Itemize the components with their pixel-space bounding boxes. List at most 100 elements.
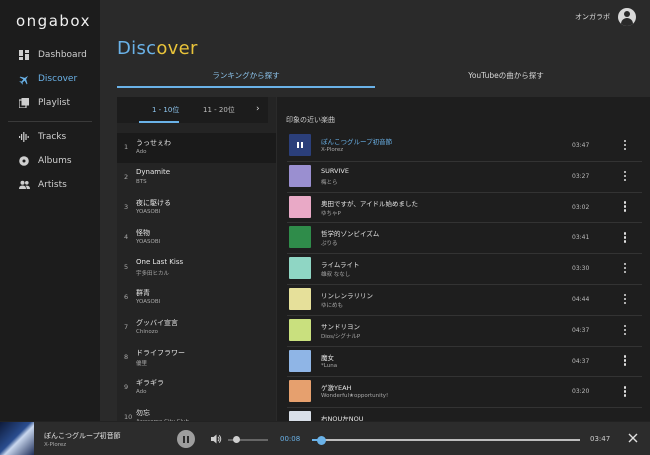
song-duration: 03:20	[572, 388, 590, 396]
song-row[interactable]: ライムライト 雄叔 ななし 03:30	[277, 254, 650, 285]
ranking-row[interactable]: 2 Dynamite BTS	[117, 163, 276, 193]
volume-knob[interactable]	[232, 436, 240, 443]
ranking-list: 1 うっせぇわ Ado 2 Dynamite BTS 3 夜に駆ける YOASOBI 4 怪物 YOA…	[117, 133, 276, 433]
song-duration: 03:27	[572, 172, 590, 180]
song-duration: 03:47	[572, 142, 590, 149]
song-artist: Wonderful★opportunity!	[321, 393, 389, 400]
more-vert-icon[interactable]	[621, 200, 629, 214]
rank-title: ドライフラワー	[136, 349, 185, 357]
song-thumbnail[interactable]	[289, 349, 311, 372]
song-row[interactable]: SURVIVE 梅とら 03:27	[277, 162, 650, 193]
rank-artist: 宇多田ヒカル	[136, 271, 170, 277]
song-thumbnail[interactable]	[289, 195, 311, 218]
nav-label-dashboard: Dashboard	[38, 50, 87, 60]
avatar-icon[interactable]	[618, 8, 636, 26]
current-time: 00:08	[280, 435, 301, 443]
song-duration: 03:30	[572, 265, 590, 273]
volume-icon[interactable]	[210, 433, 222, 445]
ranking-row[interactable]: 8 ドライフラワー 優里	[117, 343, 276, 373]
song-thumbnail[interactable]	[289, 318, 311, 341]
rank-artist: 優里	[136, 361, 148, 367]
more-vert-icon[interactable]	[621, 169, 629, 183]
rank-number: 2	[124, 173, 129, 181]
song-title: ライムライト	[321, 261, 360, 270]
ranking-tab-1-10[interactable]: 1 - 10位	[152, 105, 179, 115]
song-row[interactable]: 哲学的ゾンビイズム ぷりる 03:41	[277, 223, 650, 255]
song-row[interactable]: ぽんこつグループ初音節 X-Plorez 03:47	[277, 131, 650, 162]
more-vert-icon[interactable]	[621, 292, 629, 306]
nav-item-discover[interactable]: Discover	[0, 68, 100, 90]
ranking-row[interactable]: 5 One Last Kiss 宇多田ヒカル	[117, 253, 276, 283]
rank-title: うっせぇわ	[136, 139, 171, 147]
ranking-row[interactable]: 3 夜に駆ける YOASOBI	[117, 193, 276, 223]
rank-title: 勿忘	[136, 409, 150, 417]
chevron-right-icon[interactable]: ›	[256, 104, 260, 114]
song-row[interactable]: リンレンラリリン ゆにめも 04:44	[277, 285, 650, 316]
song-thumbnail[interactable]	[289, 164, 311, 187]
tab-youtube[interactable]: YouTubeの曲から探す	[375, 70, 637, 88]
people-icon	[18, 179, 30, 191]
rank-title: ギラギラ	[136, 379, 164, 387]
song-artist: ゆにめも	[321, 302, 344, 309]
close-icon[interactable]	[628, 433, 638, 443]
page-title-part2: over	[156, 38, 198, 59]
rank-number: 3	[124, 203, 129, 211]
rank-title: Dynamite	[136, 168, 171, 176]
song-artist: Dios/シグナルP	[321, 333, 361, 340]
rank-title: 夜に駆ける	[136, 199, 171, 207]
ranking-row[interactable]: 9 ギラギラ Ado	[117, 373, 276, 403]
song-row[interactable]: 奥田ですが、アイドル始めました ゆちゃP 03:02	[277, 193, 650, 224]
ranking-row[interactable]: 7 グッバイ宣言 Chinozo	[117, 313, 276, 343]
more-vert-icon[interactable]	[621, 138, 629, 152]
song-thumbnail[interactable]	[289, 257, 311, 280]
rank-number: 9	[124, 383, 129, 391]
song-row[interactable]: 魔女 *Luna 04:37	[277, 347, 650, 378]
song-artist: ぷりる	[321, 241, 338, 248]
more-vert-icon[interactable]	[621, 384, 629, 398]
song-row[interactable]: サンドリヨン Dios/シグナルP 04:37	[277, 316, 650, 347]
rank-artist: Ado	[136, 389, 147, 395]
song-thumbnail[interactable]	[289, 380, 311, 403]
nav-label-albums: Albums	[38, 156, 72, 166]
page-title: Discover	[117, 38, 198, 59]
pause-icon[interactable]	[289, 134, 311, 156]
song-artist: 雄叔 ななし	[321, 272, 351, 279]
app-logo[interactable]: ongabox	[16, 12, 91, 30]
song-thumbnail[interactable]	[289, 226, 311, 249]
more-vert-icon[interactable]	[621, 323, 629, 337]
ranking-row[interactable]: 4 怪物 YOASOBI	[117, 223, 276, 253]
more-vert-icon[interactable]	[621, 354, 629, 368]
ranking-row[interactable]: 6 群青 YOASOBI	[117, 283, 276, 313]
nav-item-dashboard[interactable]: Dashboard	[0, 44, 100, 66]
nav-item-tracks[interactable]: Tracks	[0, 126, 100, 148]
song-artist: *Luna	[321, 362, 338, 369]
rank-number: 6	[124, 293, 129, 301]
ranking-tab-11-20[interactable]: 11 - 20位	[203, 105, 235, 115]
page-title-part1: Disc	[117, 38, 157, 59]
playlist-icon	[18, 97, 30, 109]
song-row[interactable]: ゲ激YEAH Wonderful★opportunity! 03:20	[277, 377, 650, 409]
progress-bar[interactable]	[312, 439, 580, 441]
song-artist: X-Plorez	[321, 147, 344, 153]
song-thumbnail[interactable]	[289, 134, 311, 156]
ranking-row[interactable]: 1 うっせぇわ Ado	[117, 133, 276, 163]
more-vert-icon[interactable]	[621, 261, 629, 275]
user-name: オンガラボ	[575, 13, 610, 21]
user-menu[interactable]: オンガラボ	[575, 8, 636, 26]
dashboard-icon	[18, 49, 30, 61]
song-thumbnail[interactable]	[289, 287, 311, 310]
nav-item-albums[interactable]: Albums	[0, 150, 100, 172]
nav-item-playlist[interactable]: Playlist	[0, 92, 100, 114]
tab-indicator	[117, 86, 375, 88]
song-title: ぽんこつグループ初音節	[321, 138, 393, 146]
progress-knob[interactable]	[316, 435, 326, 445]
more-vert-icon[interactable]	[621, 230, 629, 244]
nav-item-artists[interactable]: Artists	[0, 174, 100, 196]
rank-number: 8	[124, 353, 129, 361]
song-title: 哲学的ゾンビイズム	[321, 230, 380, 239]
player-bar: ぽんこつグループ初音節 X-Plorez 00:08 03:47	[0, 421, 650, 455]
pause-button[interactable]	[177, 430, 195, 448]
rank-artist: Chinozo	[136, 329, 158, 335]
song-title: SURVIVE	[321, 166, 349, 175]
rank-artist: YOASOBI	[136, 299, 161, 305]
